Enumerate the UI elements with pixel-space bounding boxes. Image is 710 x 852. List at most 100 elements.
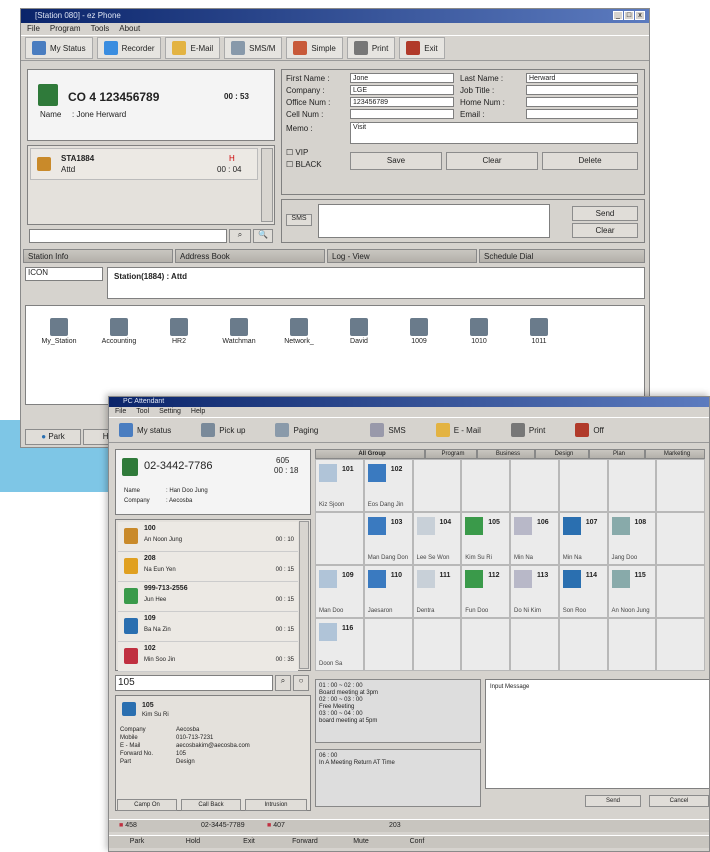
intrusion-button[interactable]: Intrusion bbox=[245, 799, 307, 811]
extension-cell[interactable] bbox=[656, 565, 705, 618]
menu-tools[interactable]: Tools bbox=[91, 23, 110, 35]
park-button[interactable]: Park bbox=[109, 836, 165, 848]
clear-button[interactable]: Clear bbox=[446, 152, 538, 170]
email-button[interactable]: E - Mail bbox=[430, 419, 487, 441]
tab-plan[interactable]: Plan bbox=[589, 449, 645, 459]
call-back-button[interactable]: Call Back bbox=[181, 799, 241, 811]
menu-setting[interactable]: Setting bbox=[159, 407, 181, 417]
clear-sms-button[interactable]: Clear bbox=[572, 223, 638, 238]
extension-cell[interactable] bbox=[510, 459, 559, 512]
forward-button[interactable]: Forward bbox=[277, 836, 333, 848]
list-item[interactable]: 109 Ba Na Zin 00 : 15 bbox=[118, 612, 298, 642]
extension-cell[interactable] bbox=[461, 459, 510, 512]
extension-cell[interactable]: 104 Lee Se Won bbox=[412, 512, 462, 565]
menu-about[interactable]: About bbox=[119, 23, 140, 35]
conf-button[interactable]: Conf bbox=[389, 836, 445, 848]
search-button[interactable]: ⌕ bbox=[275, 675, 291, 691]
print-button[interactable]: Print bbox=[505, 419, 551, 441]
email-button[interactable]: E-Mail bbox=[165, 37, 221, 59]
delete-button[interactable]: Delete bbox=[542, 152, 638, 170]
extension-cell[interactable] bbox=[607, 618, 657, 671]
cell-num-field[interactable] bbox=[350, 109, 454, 119]
office-num-field[interactable]: 123456789 bbox=[350, 97, 454, 107]
station-item[interactable]: 1010 bbox=[454, 318, 504, 345]
extension-cell[interactable]: 101 Kiz Sjoon bbox=[315, 459, 364, 512]
extension-cell[interactable] bbox=[558, 618, 608, 671]
extension-cell[interactable] bbox=[558, 459, 608, 512]
scrollbar[interactable] bbox=[299, 521, 309, 669]
extension-cell[interactable] bbox=[412, 459, 462, 512]
email-field[interactable] bbox=[526, 109, 638, 119]
menu-file[interactable]: File bbox=[115, 407, 126, 417]
off-button[interactable]: Off bbox=[569, 419, 610, 441]
maximize-button[interactable]: □ bbox=[624, 11, 634, 20]
last-name-field[interactable]: Herward bbox=[526, 73, 638, 83]
hold-button[interactable]: Hold bbox=[165, 836, 221, 848]
search-input[interactable]: 105 bbox=[115, 675, 273, 691]
extension-cell[interactable]: 108 Jang Doo bbox=[607, 512, 657, 565]
send-button[interactable]: Send bbox=[585, 795, 641, 807]
black-checkbox[interactable]: ☐ BLACK bbox=[286, 160, 322, 169]
list-item[interactable]: 100 An Noon Jung 00 : 10 bbox=[118, 522, 298, 552]
extension-cell[interactable] bbox=[656, 459, 705, 512]
sms-button[interactable]: SMS/M bbox=[224, 37, 283, 59]
exit-button[interactable]: Exit bbox=[221, 836, 277, 848]
company-field[interactable]: LGE bbox=[350, 85, 454, 95]
menu-tool[interactable]: Tool bbox=[136, 407, 149, 417]
menu-help[interactable]: Help bbox=[191, 407, 205, 417]
sms-icon-button[interactable]: SMS bbox=[286, 214, 312, 226]
tab-marketing[interactable]: Marketing bbox=[645, 449, 705, 459]
extension-cell[interactable] bbox=[656, 618, 705, 671]
extension-cell[interactable]: 109 Man Doo bbox=[315, 565, 364, 618]
station-item[interactable]: Network_ bbox=[274, 318, 324, 345]
simple-button[interactable]: Simple bbox=[286, 37, 343, 59]
refresh-button[interactable]: ○ bbox=[293, 675, 309, 691]
menu-program[interactable]: Program bbox=[50, 23, 81, 35]
tab-schedule-dial[interactable]: Schedule Dial bbox=[479, 249, 645, 263]
home-num-field[interactable] bbox=[526, 97, 638, 107]
extension-cell[interactable]: 112 Fun Doo bbox=[461, 565, 510, 618]
view-select[interactable]: ICON bbox=[25, 267, 103, 281]
tab-all-group[interactable]: All Group bbox=[315, 449, 425, 459]
first-name-field[interactable]: Jone bbox=[350, 73, 454, 83]
extension-cell[interactable]: 110 Jaesaron bbox=[363, 565, 413, 618]
tab-program[interactable]: Program bbox=[425, 449, 477, 459]
extension-cell[interactable]: 116 Doon Sa bbox=[315, 618, 364, 671]
close-button[interactable]: x bbox=[635, 11, 645, 20]
extension-cell[interactable] bbox=[656, 512, 705, 565]
tab-address-book[interactable]: Address Book bbox=[175, 249, 325, 263]
print-button[interactable]: Print bbox=[346, 37, 396, 59]
list-item[interactable]: 102 Min Soo Jin 00 : 35 bbox=[118, 642, 298, 672]
extension-cell[interactable]: 115 An Noon Jung bbox=[607, 565, 657, 618]
paging-button[interactable]: Paging bbox=[269, 419, 324, 441]
vip-checkbox[interactable]: ☐ VIP bbox=[286, 148, 308, 157]
my-status-button[interactable]: My Status bbox=[25, 37, 93, 59]
extension-cell[interactable] bbox=[461, 618, 510, 671]
tab-log-view[interactable]: Log - View bbox=[327, 249, 477, 263]
list-item[interactable]: STA1884 Attd H 00 : 04 bbox=[30, 148, 258, 180]
extension-cell[interactable]: 103 Man Dang Don bbox=[363, 512, 413, 565]
save-button[interactable]: Save bbox=[350, 152, 442, 170]
cancel-button[interactable]: Cancel bbox=[649, 795, 709, 807]
station-item[interactable]: My_Station bbox=[34, 318, 84, 345]
station-item[interactable]: Watchman bbox=[214, 318, 264, 345]
extension-cell[interactable]: 114 Son Roo bbox=[558, 565, 608, 618]
minimize-button[interactable]: _ bbox=[613, 11, 623, 20]
tab-station-info[interactable]: Station Info bbox=[23, 249, 173, 263]
extension-cell[interactable]: 107 Min Na bbox=[558, 512, 608, 565]
extension-cell[interactable] bbox=[315, 512, 364, 565]
extension-cell[interactable]: 111 Dentra bbox=[412, 565, 462, 618]
tab-design[interactable]: Design bbox=[535, 449, 589, 459]
extension-cell[interactable]: 105 Kim Su Ri bbox=[461, 512, 510, 565]
mute-button[interactable]: Mute bbox=[333, 836, 389, 848]
my-status-button[interactable]: My status bbox=[113, 419, 177, 441]
camp-on-button[interactable]: Camp On bbox=[117, 799, 177, 811]
extension-cell[interactable] bbox=[510, 618, 559, 671]
station-item[interactable]: 1011 bbox=[514, 318, 564, 345]
sms-input[interactable] bbox=[318, 204, 550, 238]
station-item[interactable]: HR2 bbox=[154, 318, 204, 345]
exit-button[interactable]: Exit bbox=[399, 37, 445, 59]
list-item[interactable]: 208 Na Eun Yen 00 : 15 bbox=[118, 552, 298, 582]
extension-cell[interactable] bbox=[363, 618, 413, 671]
recorder-button[interactable]: Recorder bbox=[96, 37, 162, 59]
